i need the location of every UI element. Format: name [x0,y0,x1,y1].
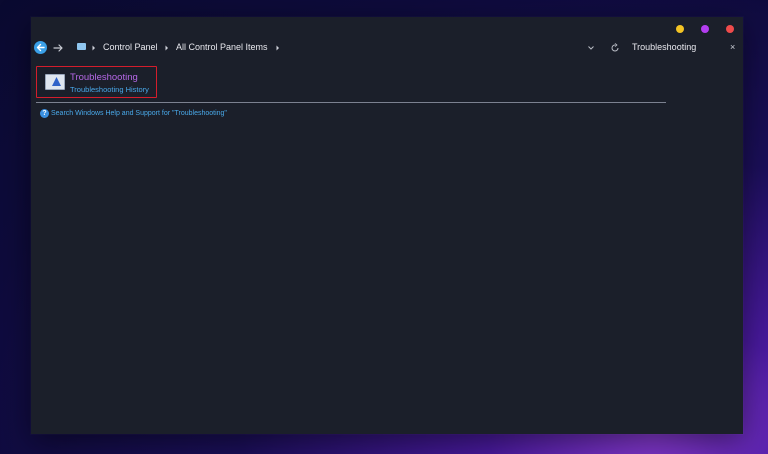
close-button[interactable] [726,25,734,33]
result-subtitle-link[interactable]: Troubleshooting History [70,85,149,94]
breadcrumb-control-panel[interactable]: Control Panel [103,42,158,52]
back-button[interactable] [34,41,47,54]
troubleshooting-icon [45,74,65,90]
help-link-text[interactable]: Search Windows Help and Support for "Tro… [51,109,227,118]
control-panel-icon [77,43,86,50]
breadcrumb-chevron-icon[interactable] [91,43,97,53]
search-input[interactable]: Troubleshooting [632,42,696,52]
result-title-link[interactable]: Troubleshooting [70,72,138,83]
clear-search-button[interactable]: × [730,42,735,52]
result-item-troubleshooting[interactable]: Troubleshooting Troubleshooting History [36,66,157,98]
breadcrumb-chevron-icon[interactable] [164,43,170,53]
address-bar: Control Panel All Control Panel Items Tr… [31,39,743,59]
control-panel-window: Control Panel All Control Panel Items Tr… [31,17,743,434]
breadcrumb-chevron-icon[interactable] [275,43,281,53]
refresh-icon[interactable] [609,42,621,54]
chevron-down-icon[interactable] [586,41,596,55]
divider [36,102,666,103]
forward-arrow-icon[interactable] [52,41,64,55]
back-arrow-icon [36,43,45,52]
minimize-button[interactable] [676,25,684,33]
help-icon: ? [40,109,49,118]
breadcrumb-all-items[interactable]: All Control Panel Items [176,42,268,52]
maximize-button[interactable] [701,25,709,33]
